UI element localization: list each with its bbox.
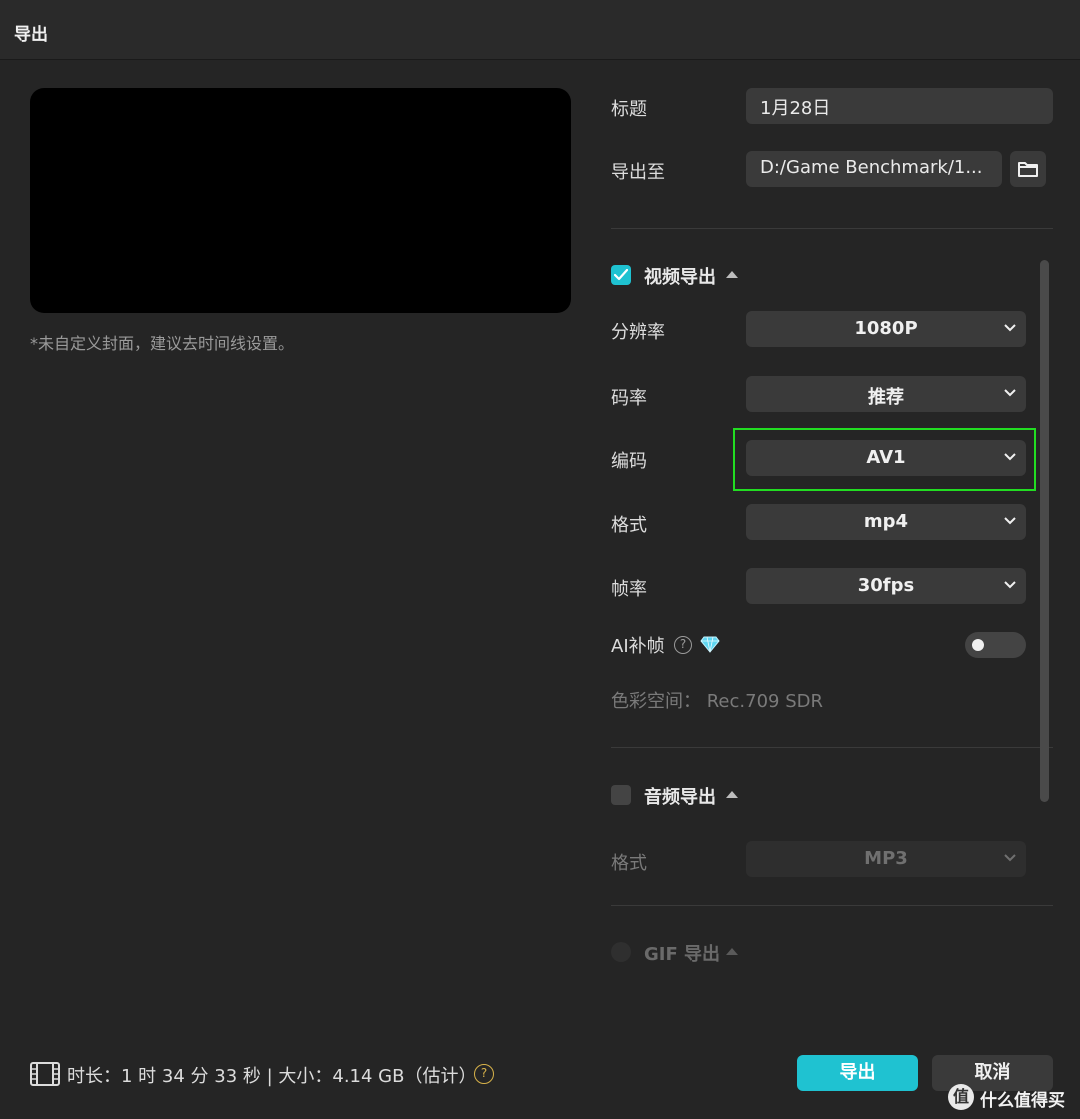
audio-export-section-header[interactable]: 音频导出 [611,785,811,808]
divider [611,228,1053,229]
help-icon[interactable]: ? [474,1064,494,1084]
caret-up-icon[interactable] [726,271,738,278]
bitrate-select[interactable]: 推荐 [746,376,1026,412]
gif-export-checkbox[interactable] [611,942,631,962]
gif-export-section-header[interactable]: GIF 导出 [611,942,811,965]
ai-frame-toggle[interactable] [965,632,1026,658]
browse-folder-button[interactable] [1010,151,1046,187]
gif-export-title: GIF 导出 [644,944,721,965]
folder-icon [1018,162,1038,177]
watermark: 值 什么值得买 [948,1080,1076,1114]
framerate-select[interactable]: 30fps [746,568,1026,604]
bitrate-value: 推荐 [868,387,904,408]
framerate-value: 30fps [857,575,915,596]
video-export-section-header[interactable]: 视频导出 [611,265,811,288]
dialog-title: 导出 [14,25,48,45]
framerate-label: 帧率 [611,579,647,600]
watermark-badge: 值 [948,1084,974,1110]
toggle-knob [972,639,984,651]
video-export-checkbox[interactable] [611,265,631,285]
duration-size-text: 时长：1 时 34 分 33 秒 | 大小：4.14 GB（估计） [67,1066,477,1087]
settings-scrollbar[interactable] [1040,260,1049,802]
checkbox-check-icon [614,269,628,281]
chevron-down-icon [1004,324,1016,332]
video-export-title: 视频导出 [644,267,716,288]
diamond-icon [700,636,720,653]
caret-up-icon[interactable] [726,948,738,955]
chevron-down-icon [1004,389,1016,397]
export-dialog: 导出 *未自定义封面，建议去时间线设置。 标题 1月28日 导出至 D:/Gam… [0,0,1080,1119]
audio-format-label: 格式 [611,853,647,874]
codec-label: 编码 [611,451,647,472]
audio-export-title: 音频导出 [644,787,716,808]
chevron-down-icon [1004,854,1016,862]
export-button[interactable]: 导出 [797,1055,918,1091]
title-bar: 导出 [0,0,1080,60]
colorspace-info: 色彩空间： Rec.709 SDR [611,691,823,712]
caret-up-icon[interactable] [726,791,738,798]
format-label: 格式 [611,515,647,536]
film-icon [30,1062,60,1086]
divider [611,747,1053,748]
audio-format-value: MP3 [864,848,908,869]
format-select[interactable]: mp4 [746,504,1026,540]
title-input[interactable]: 1月28日 [746,88,1053,124]
audio-format-select[interactable]: MP3 [746,841,1026,877]
ai-frame-label: AI补帧 [611,636,665,657]
resolution-label: 分辨率 [611,322,665,343]
watermark-text: 什么值得买 [980,1091,1065,1111]
help-icon[interactable]: ? [674,636,692,654]
resolution-value: 1080P [854,318,918,339]
cover-hint: *未自定义封面，建议去时间线设置。 [30,334,295,353]
title-label: 标题 [611,99,647,120]
export-to-label: 导出至 [611,162,665,183]
resolution-select[interactable]: 1080P [746,311,1026,347]
bitrate-label: 码率 [611,388,647,409]
divider [611,905,1053,906]
export-path-input[interactable]: D:/Game Benchmark/1... [746,151,1002,187]
audio-export-checkbox[interactable] [611,785,631,805]
chevron-down-icon [1004,517,1016,525]
chevron-down-icon [1004,581,1016,589]
codec-highlight-box [733,428,1036,491]
format-value: mp4 [863,511,909,532]
cover-preview[interactable] [30,88,571,313]
